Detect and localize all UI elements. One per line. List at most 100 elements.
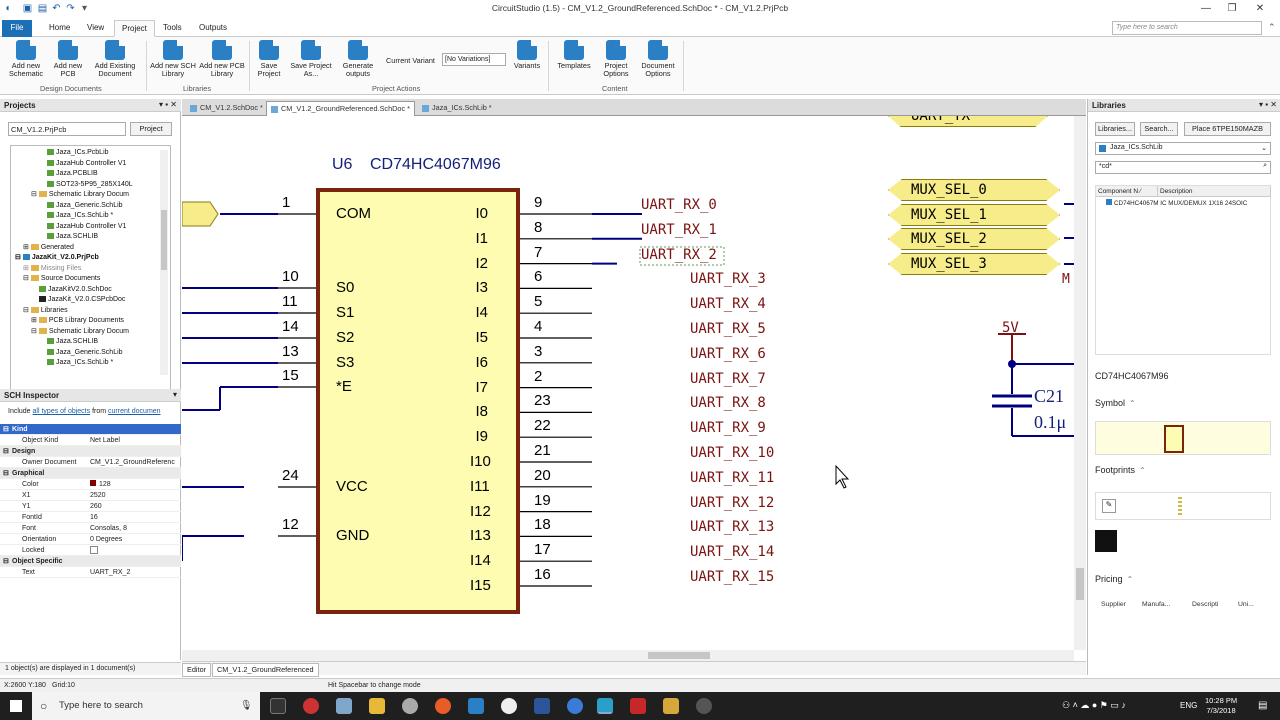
save-project-button[interactable]: Save Project bbox=[253, 40, 285, 78]
scroll-thumb[interactable] bbox=[648, 652, 710, 659]
net-label[interactable]: UART_RX_8 bbox=[690, 395, 766, 411]
pin-number[interactable]: 9 bbox=[534, 194, 542, 211]
doc-tab-cm-v12[interactable]: CM_V1.2.SchDoc * bbox=[186, 101, 267, 116]
pin-number[interactable]: 24 bbox=[282, 467, 299, 484]
pin-name[interactable]: I2 bbox=[470, 255, 488, 272]
add-new-pcb-library-button[interactable]: Add new PCB Library bbox=[199, 40, 245, 78]
pin-name[interactable]: *E bbox=[336, 378, 352, 395]
pin-name[interactable]: I15 bbox=[470, 577, 491, 594]
add-new-sch-library-button[interactable]: Add new SCH Library bbox=[150, 40, 196, 78]
net-label[interactable]: UART_RX_6 bbox=[690, 346, 766, 362]
net-label[interactable]: UART_RX_3 bbox=[690, 271, 766, 287]
editor-doc-tab[interactable]: CM_V1.2_GroundReferenced bbox=[212, 663, 319, 677]
minimize-icon[interactable]: — bbox=[1196, 2, 1216, 16]
tree-project[interactable]: ⊟ JazaKit_V2.0.PrjPcb bbox=[15, 253, 99, 263]
net-label[interactable]: UART_RX_9 bbox=[690, 420, 766, 436]
save-project-as-button[interactable]: Save Project As... bbox=[289, 40, 333, 78]
variant-select[interactable]: [No Variations] bbox=[442, 53, 506, 66]
pin-number[interactable]: 23 bbox=[534, 392, 551, 409]
pin-number[interactable]: 20 bbox=[534, 467, 551, 484]
library-select[interactable]: Jaza_ICs.SchLib ⌄ bbox=[1095, 142, 1271, 155]
pin-number[interactable]: 4 bbox=[534, 318, 542, 335]
net-label[interactable]: UART_RX_15 bbox=[690, 569, 774, 585]
pin-number[interactable]: 7 bbox=[534, 244, 542, 261]
pin-name[interactable]: I7 bbox=[470, 379, 488, 396]
tab-project[interactable]: Project bbox=[114, 20, 155, 37]
prop-category-design[interactable]: ⊟ Design bbox=[0, 446, 181, 457]
vertical-scrollbar[interactable] bbox=[1074, 116, 1086, 650]
pin-name[interactable]: I13 bbox=[470, 527, 491, 544]
port-mux-sel-3[interactable]: MUX_SEL_3 bbox=[888, 253, 1060, 275]
column-header-name[interactable]: Component N ∕ bbox=[1096, 186, 1158, 197]
close-icon[interactable]: ✕ bbox=[1250, 2, 1270, 16]
capacitor-designator[interactable]: C21 bbox=[1034, 386, 1064, 407]
prop-row-color[interactable]: Color 128 bbox=[0, 479, 181, 490]
pin-number[interactable]: 2 bbox=[534, 368, 542, 385]
templates-button[interactable]: Templates bbox=[553, 40, 595, 70]
project-input[interactable]: CM_V1.2.PrjPcb bbox=[8, 122, 126, 136]
tree-folder[interactable]: ⊞ Generated bbox=[23, 243, 74, 253]
pin-number[interactable]: 1 bbox=[282, 194, 290, 211]
pin-number[interactable]: 5 bbox=[534, 293, 542, 310]
task-view-icon[interactable] bbox=[270, 698, 286, 714]
current-document-link[interactable]: current documen bbox=[108, 408, 161, 415]
tree-scrollbar[interactable] bbox=[160, 150, 168, 375]
pin-number[interactable]: 21 bbox=[534, 442, 551, 459]
net-label[interactable]: UART_RX_14 bbox=[690, 544, 774, 560]
prop-row[interactable]: Text UART_RX_2 bbox=[0, 567, 181, 578]
tree-item[interactable]: Jaza_Generic.SchLib bbox=[47, 348, 123, 358]
pin-number[interactable]: 8 bbox=[534, 219, 542, 236]
prop-row[interactable]: Font Consolas, 8 bbox=[0, 523, 181, 534]
pin-number[interactable]: 11 bbox=[282, 293, 298, 310]
tree-item[interactable]: JazaKit_V2.0.CSPcbDoc bbox=[39, 295, 125, 305]
libraries-button[interactable]: Libraries... bbox=[1095, 122, 1135, 136]
pin-number[interactable]: 18 bbox=[534, 516, 551, 533]
tree-item[interactable]: Jaza_Generic.SchLib bbox=[47, 201, 123, 211]
tree-item[interactable]: JazaHub Controller V1 bbox=[47, 159, 126, 169]
chrome-icon[interactable] bbox=[435, 698, 451, 714]
designator[interactable]: U6 bbox=[332, 156, 352, 174]
taskbar-search[interactable]: ○ Type here to search 🎙 bbox=[32, 692, 260, 720]
partial-net-label[interactable]: M bbox=[1062, 272, 1070, 287]
prop-row[interactable]: FontId 16 bbox=[0, 512, 181, 523]
net-label[interactable]: UART_RX_4 bbox=[690, 296, 766, 312]
pin-name[interactable]: I11 bbox=[470, 478, 490, 495]
pin-name[interactable]: S1 bbox=[336, 304, 354, 321]
port-mux-sel-1[interactable]: MUX_SEL_1 bbox=[888, 204, 1060, 226]
pin-number[interactable]: 16 bbox=[534, 566, 551, 583]
tab-file[interactable]: File bbox=[2, 20, 32, 37]
app-icon[interactable] bbox=[663, 698, 679, 714]
power-port-5v[interactable]: 5V bbox=[1002, 320, 1019, 336]
windows-start-icon[interactable] bbox=[10, 700, 22, 712]
generate-outputs-button[interactable]: Generate outputs bbox=[338, 40, 378, 78]
pdf-icon[interactable] bbox=[630, 698, 646, 714]
pin-name[interactable]: COM bbox=[336, 205, 371, 222]
pin-name[interactable]: I6 bbox=[470, 354, 488, 371]
pin-name[interactable]: S0 bbox=[336, 279, 354, 296]
app-icon[interactable] bbox=[402, 698, 418, 714]
word-icon[interactable] bbox=[534, 698, 550, 714]
prop-row[interactable]: Owner Document CM_V1.2_GroundReferenc bbox=[0, 457, 181, 468]
tree-item[interactable]: Jaza_ICs.PcbLib bbox=[47, 148, 109, 158]
project-button[interactable]: Project bbox=[130, 122, 172, 136]
table-row[interactable]: CD74HC4067M IC MUX/DEMUX 1X16 24SOIC bbox=[1096, 198, 1271, 209]
prop-row[interactable]: Object Kind Net Label bbox=[0, 435, 181, 446]
pin-name[interactable]: I9 bbox=[470, 428, 488, 445]
add-new-pcb-button[interactable]: Add new PCB bbox=[50, 40, 86, 78]
tab-view[interactable]: View bbox=[80, 20, 111, 37]
pin-name[interactable]: VCC bbox=[336, 478, 368, 495]
microphone-icon[interactable]: 🎙 bbox=[240, 692, 252, 720]
tree-item[interactable]: Jaza.SCHLIB bbox=[47, 337, 98, 347]
net-label[interactable]: UART_RX_7 bbox=[690, 371, 766, 387]
pin-name[interactable]: I0 bbox=[470, 205, 488, 222]
add-new-schematic-button[interactable]: Add new Schematic bbox=[4, 40, 48, 78]
circuitstudio-icon[interactable] bbox=[597, 698, 613, 714]
tree-folder[interactable]: ⊟ Schematic Library Docum bbox=[31, 190, 129, 200]
tree-item[interactable]: JazaHub Controller V1 bbox=[47, 222, 126, 232]
prop-category-graphical[interactable]: ⊟ Graphical bbox=[0, 468, 181, 479]
place-button[interactable]: Place 6TPE150MAZB bbox=[1184, 122, 1271, 136]
tree-item[interactable]: Jaza.SCHLIB bbox=[47, 232, 98, 242]
pin-number[interactable]: 19 bbox=[534, 492, 551, 509]
tree-item[interactable]: Jaza.PCBLIB bbox=[47, 169, 98, 179]
tree-item[interactable]: JazaKitV2.0.SchDoc bbox=[39, 285, 112, 295]
